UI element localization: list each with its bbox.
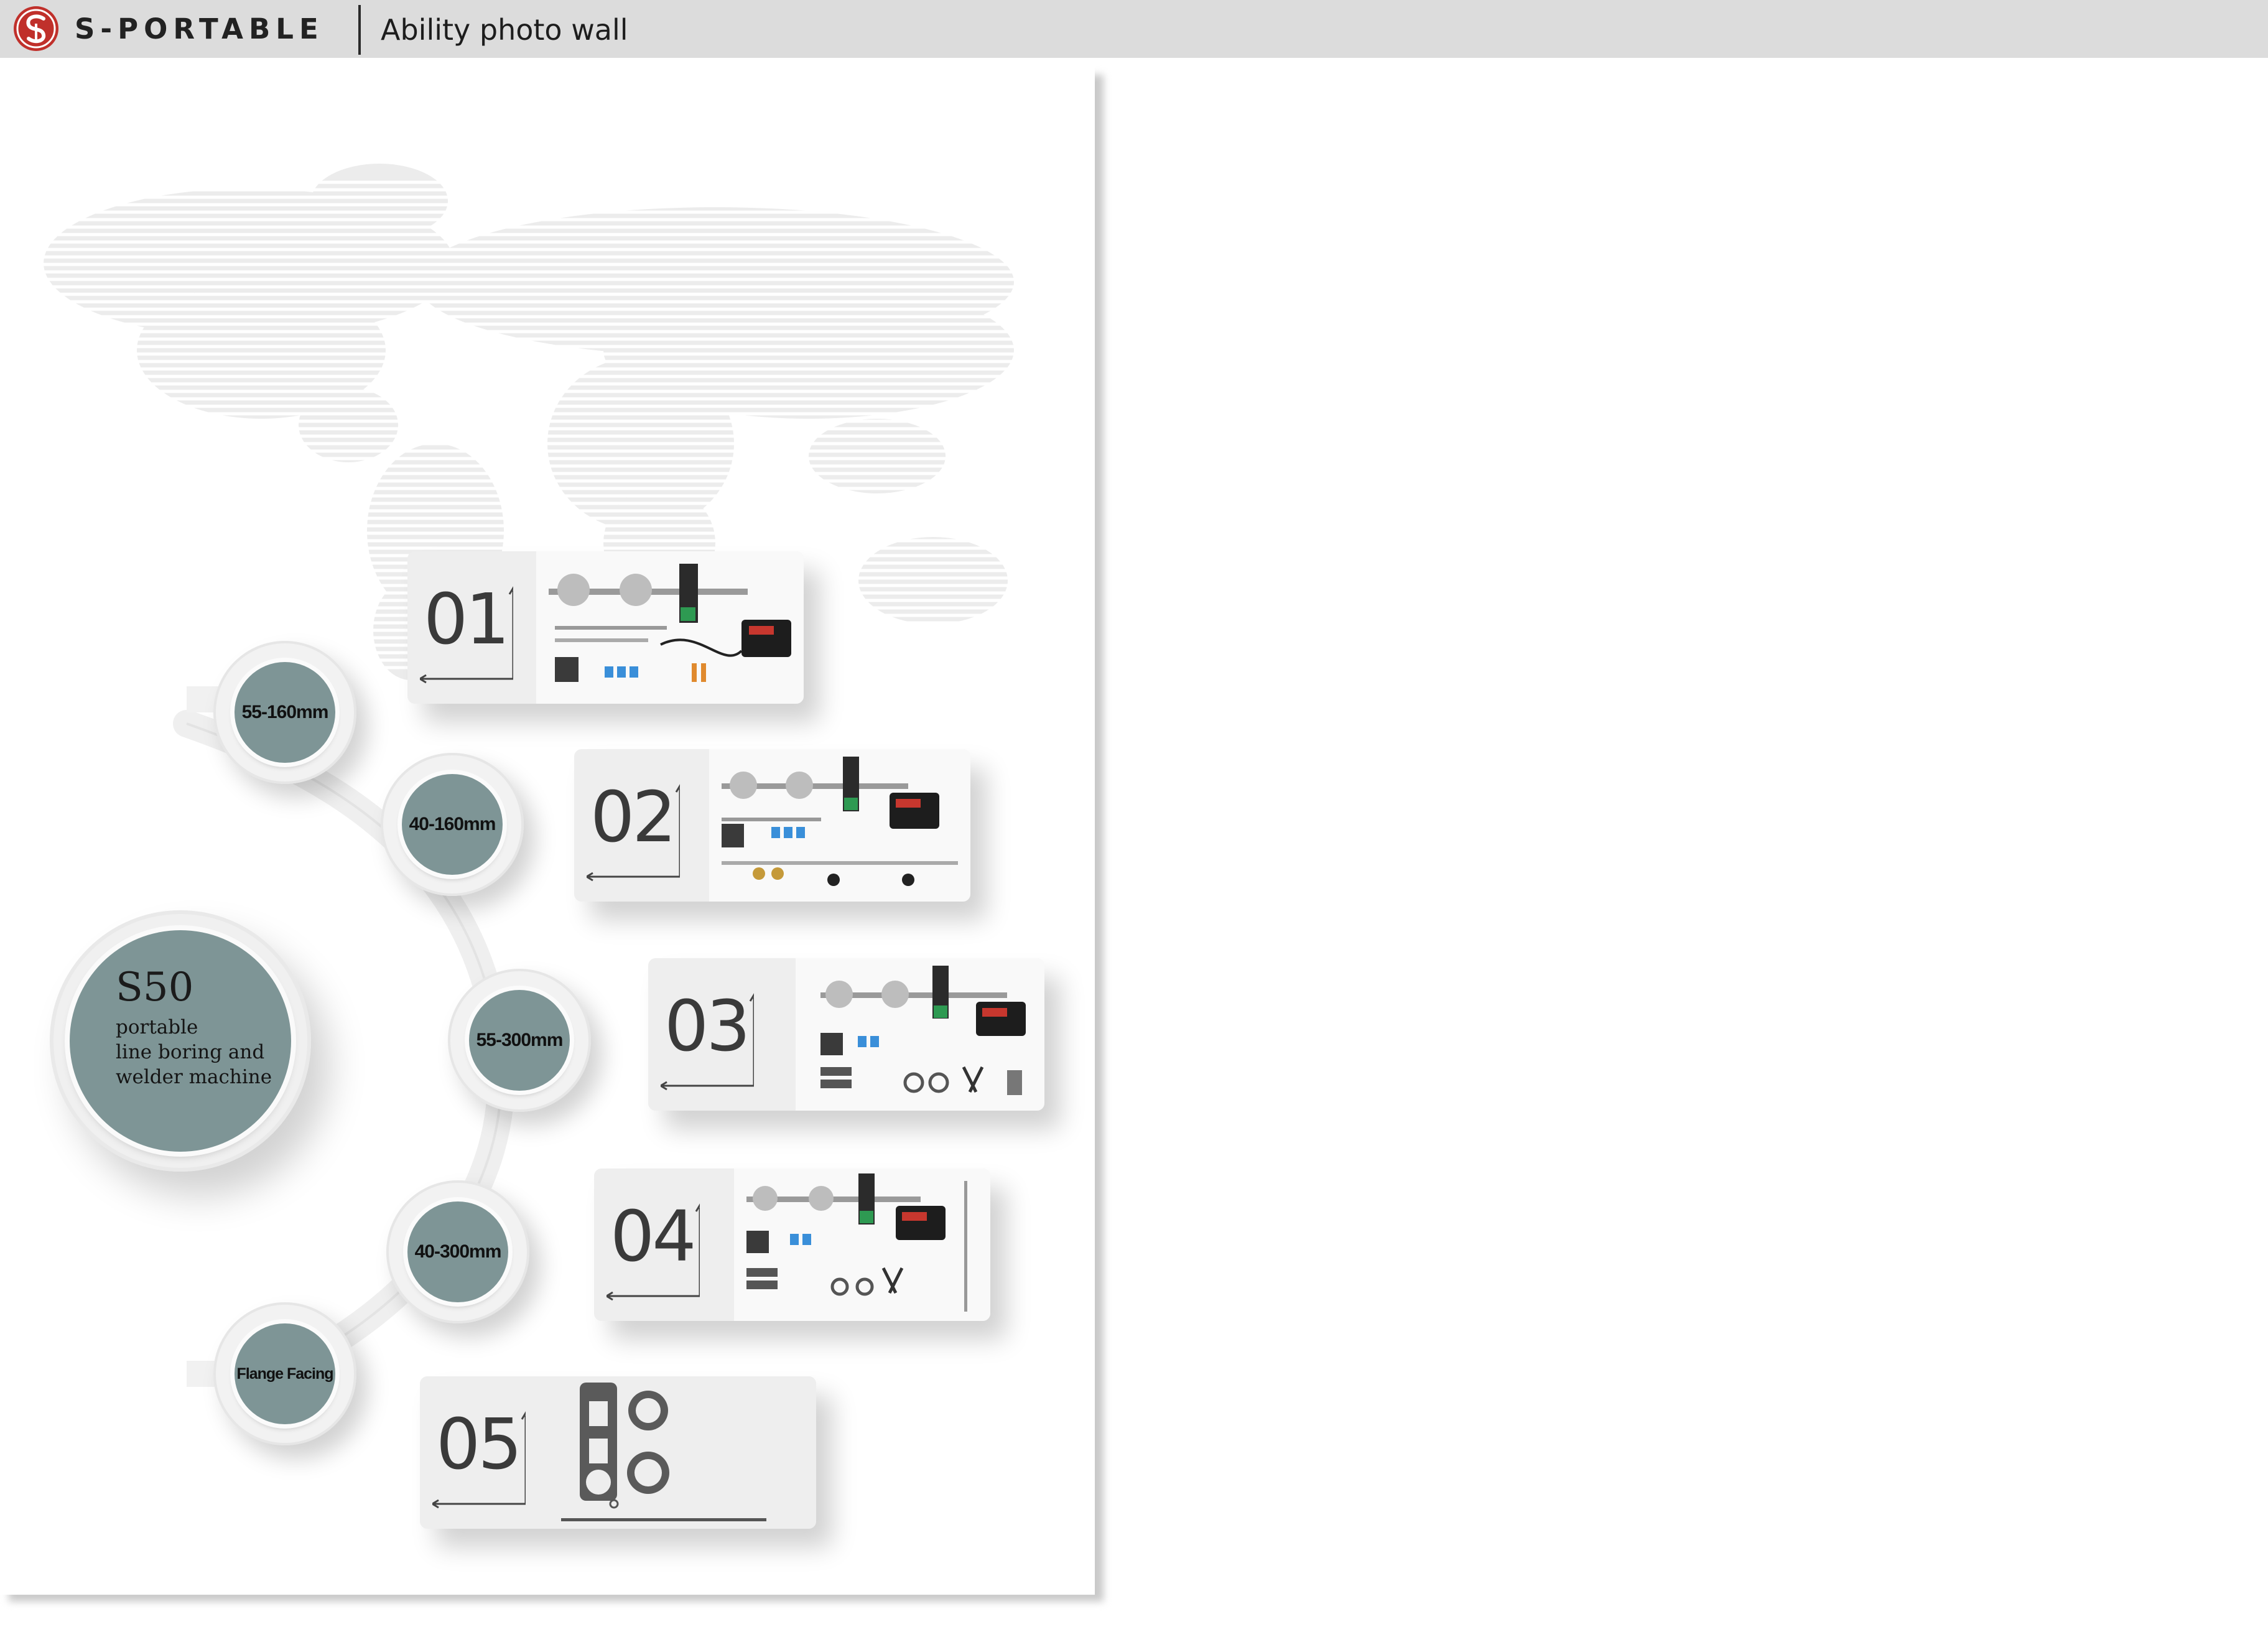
card-number: 02 xyxy=(590,777,677,858)
machine-desc-line-2: line boring and xyxy=(116,1041,265,1063)
card-number: 05 xyxy=(436,1404,523,1485)
range-node-2: 40-160mm xyxy=(381,753,524,896)
header-divider xyxy=(358,5,361,55)
machine-desc-line-1: portable xyxy=(116,1016,198,1038)
poster-page: S50 portable line boring and welder mach… xyxy=(0,58,1095,1595)
kit-photo xyxy=(555,1376,816,1529)
kit-card-01: 01 xyxy=(407,551,804,704)
range-node-3: 55-300mm xyxy=(448,969,591,1112)
machine-desc-line-3: welder machine xyxy=(116,1066,272,1088)
range-node-4: 40-300mm xyxy=(386,1180,529,1323)
card-number: 04 xyxy=(610,1197,697,1277)
s-portable-logo-icon xyxy=(14,6,58,51)
kit-photo xyxy=(536,551,804,704)
range-node-5: Flange Facing xyxy=(213,1302,356,1445)
kit-photo xyxy=(796,958,1044,1111)
range-node-label: 40-300mm xyxy=(414,1241,502,1262)
kit-photo xyxy=(734,1169,990,1321)
machine-model: S50 xyxy=(116,964,194,1010)
machine-center-circle: S50 portable line boring and welder mach… xyxy=(50,910,311,1172)
range-node-label: 55-160mm xyxy=(241,702,329,722)
card-number: 03 xyxy=(664,986,751,1067)
range-node-label: 40-160mm xyxy=(409,814,496,834)
kit-card-05: 05 xyxy=(420,1376,816,1529)
top-bar: S-PORTABLE Ability photo wall xyxy=(0,0,2268,58)
kit-card-02: 02 xyxy=(574,749,970,902)
page-title: Ability photo wall xyxy=(381,13,628,47)
range-node-label: Flange Facing xyxy=(236,1364,333,1383)
brand-name: S-PORTABLE xyxy=(75,12,324,45)
card-number: 01 xyxy=(424,579,510,660)
range-node-1: 55-160mm xyxy=(213,641,356,784)
kit-photo xyxy=(709,749,970,902)
kit-card-03: 03 xyxy=(648,958,1044,1111)
kit-card-04: 04 xyxy=(594,1169,990,1321)
range-node-label: 55-300mm xyxy=(476,1030,564,1050)
